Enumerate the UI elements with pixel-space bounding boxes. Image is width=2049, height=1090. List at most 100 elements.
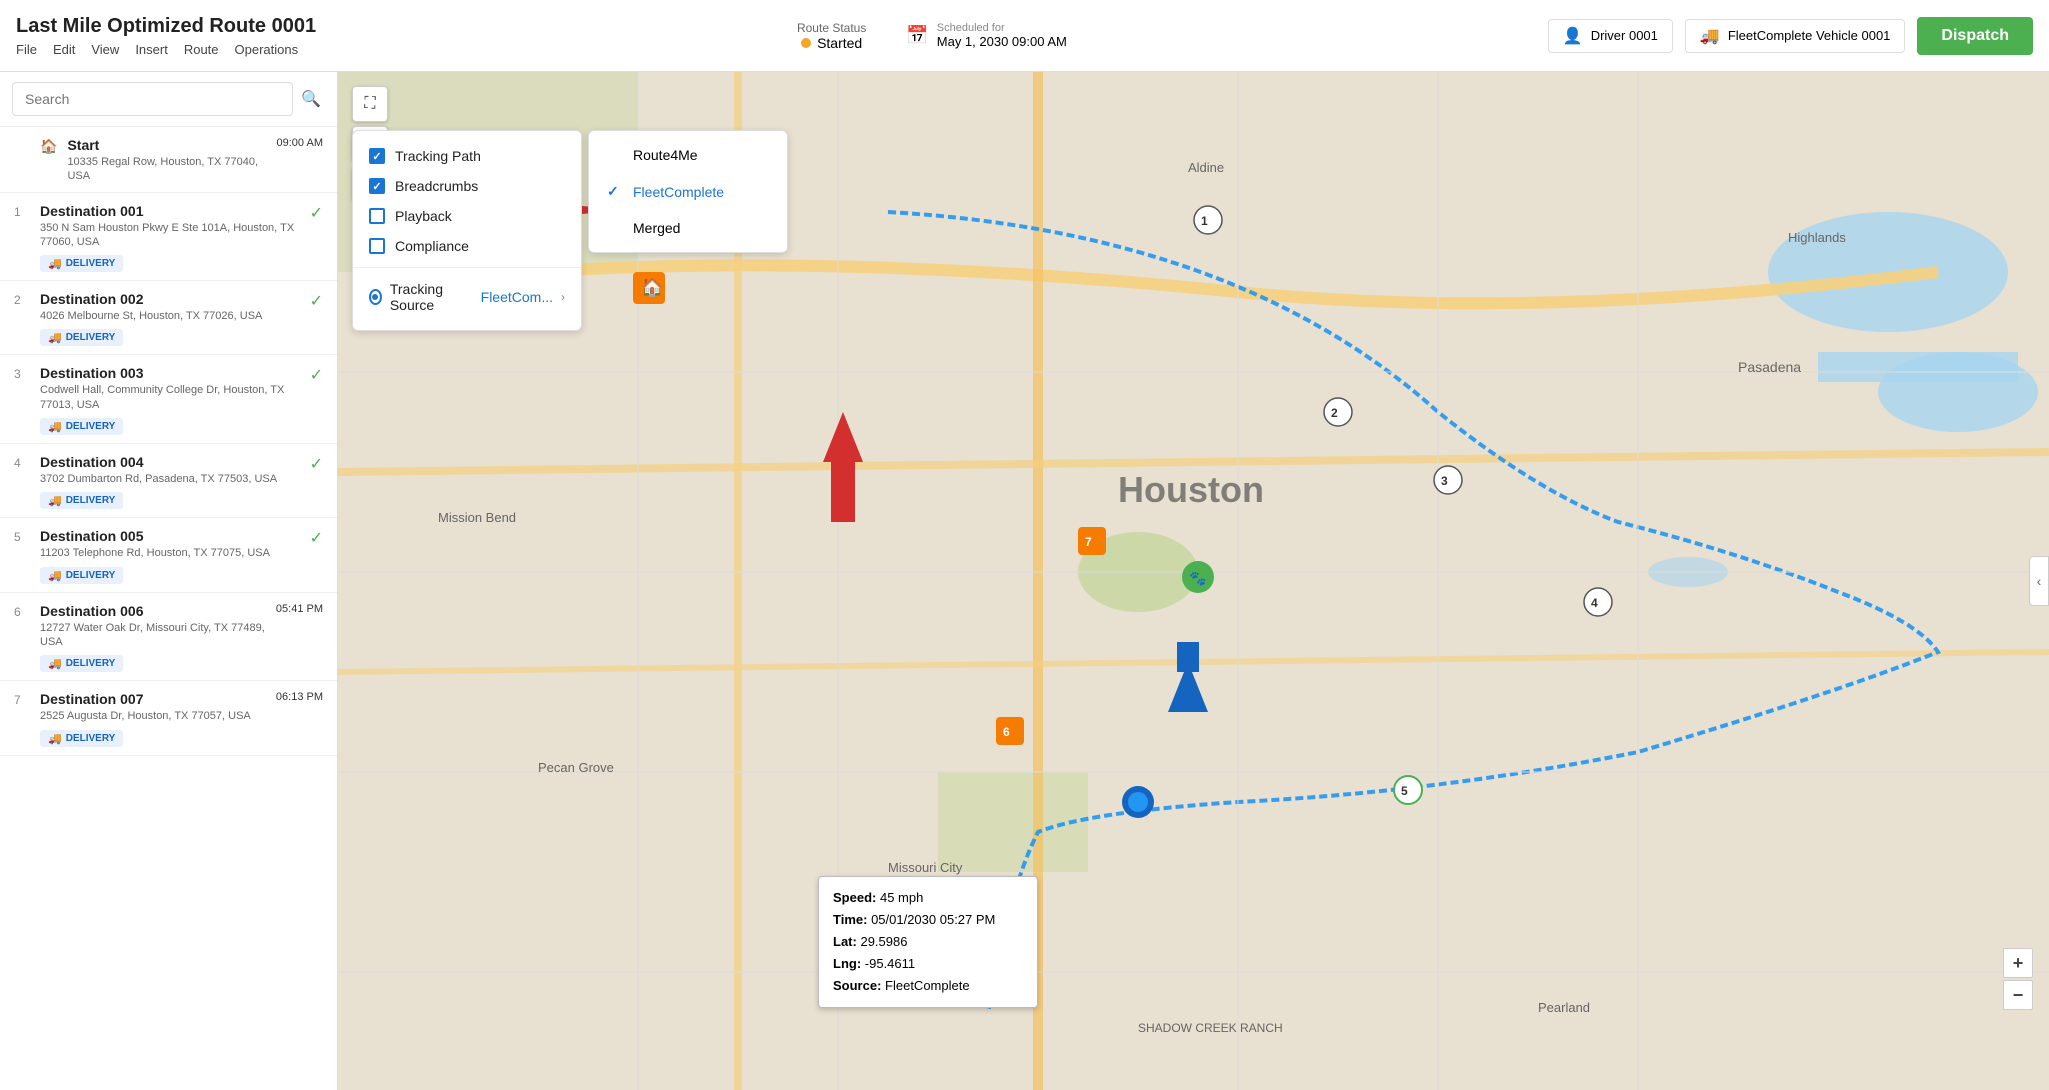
check-3: ✓	[310, 365, 323, 385]
driver-badge[interactable]: 👤 Driver 0001	[1548, 19, 1673, 53]
svg-text:3: 3	[1441, 474, 1448, 488]
map-area[interactable]: Houston Pasadena Cypress Aldine Highland…	[338, 72, 2049, 1090]
app-header: Last Mile Optimized Route 0001 File Edit…	[0, 0, 2049, 72]
source-label-fleetcomplete: FleetComplete	[633, 184, 724, 200]
truck-icon-7: 🚚	[48, 732, 62, 745]
svg-text:Pasadena: Pasadena	[1738, 359, 1801, 375]
item-num-4: 4	[14, 456, 30, 470]
tracking-dropdown: ✓ Tracking Path ✓ Breadcrumbs Playback C…	[352, 130, 582, 331]
truck-icon-1: 🚚	[48, 257, 62, 270]
check-2: ✓	[310, 291, 323, 311]
vehicle-icon: 🚚	[1700, 26, 1720, 46]
breadcrumbs-item[interactable]: ✓ Breadcrumbs	[353, 171, 581, 201]
list-item-1[interactable]: 1 Destination 001 350 N Sam Houston Pkwy…	[0, 193, 337, 282]
scheduled-for: 📅 Scheduled for May 1, 2030 09:00 AM	[906, 22, 1067, 49]
svg-text:🐾: 🐾	[1189, 570, 1206, 587]
dispatch-button[interactable]: Dispatch	[1917, 17, 2033, 55]
svg-text:SHADOW CREEK RANCH: SHADOW CREEK RANCH	[1138, 1021, 1283, 1035]
driver-label: Driver 0001	[1591, 28, 1658, 43]
header-title-section: Last Mile Optimized Route 0001 File Edit…	[16, 15, 316, 57]
fullscreen-button[interactable]: ⛶	[352, 86, 388, 122]
zoom-in-button[interactable]: +	[2003, 948, 2033, 978]
home-icon: 🏠	[40, 138, 57, 155]
menu-operations[interactable]: Operations	[235, 42, 299, 57]
search-input[interactable]	[12, 82, 293, 116]
list-item-start[interactable]: 🏠 Start 10335 Regal Row, Houston, TX 770…	[0, 127, 337, 193]
menu-view[interactable]: View	[91, 42, 119, 57]
tracking-divider	[353, 267, 581, 268]
item-addr-4: 3702 Dumbarton Rd, Pasadena, TX 77503, U…	[40, 472, 277, 486]
time-label: Time:	[833, 912, 867, 927]
collapse-sidebar-button[interactable]: ‹	[2029, 556, 2049, 606]
lng-label: Lng:	[833, 956, 861, 971]
item-addr-3: Codwell Hall, Community College Dr, Hous…	[40, 383, 310, 412]
search-button[interactable]: 🔍	[297, 85, 325, 113]
tracking-path-label: Tracking Path	[395, 148, 481, 164]
item-num-1: 1	[14, 205, 30, 219]
svg-text:Houston: Houston	[1118, 469, 1264, 510]
delivery-badge-3: 🚚 DELIVERY	[40, 418, 123, 435]
page-title: Last Mile Optimized Route 0001	[16, 15, 316, 38]
list-item-6[interactable]: 6 Destination 006 12727 Water Oak Dr, Mi…	[0, 593, 337, 682]
svg-text:Missouri City: Missouri City	[888, 860, 963, 875]
svg-text:7: 7	[1085, 535, 1092, 549]
item-time-start: 09:00 AM	[277, 137, 323, 149]
menu-edit[interactable]: Edit	[53, 42, 75, 57]
tracking-path-item[interactable]: ✓ Tracking Path	[353, 141, 581, 171]
item-num-3: 3	[14, 367, 30, 381]
delivery-badge-7: 🚚 DELIVERY	[40, 730, 123, 747]
source-label-route4me: Route4Me	[633, 147, 698, 163]
item-addr-5: 11203 Telephone Rd, Houston, TX 77075, U…	[40, 546, 270, 560]
menu-file[interactable]: File	[16, 42, 37, 57]
svg-text:Pearland: Pearland	[1538, 1000, 1590, 1015]
compliance-label: Compliance	[395, 238, 469, 254]
vehicle-badge[interactable]: 🚚 FleetComplete Vehicle 0001	[1685, 19, 1906, 53]
calendar-icon: 📅	[906, 25, 928, 46]
main-content: 🔍 🏠 Start 10335 Regal Row, Houston, TX 7…	[0, 72, 2049, 1090]
source-submenu: Route4Me ✓ FleetComplete Merged	[588, 130, 788, 253]
item-name-3: Destination 003	[40, 365, 310, 381]
route-status: Route Status Started	[797, 21, 866, 51]
breadcrumbs-label: Breadcrumbs	[395, 178, 478, 194]
header-center: Route Status Started 📅 Scheduled for May…	[316, 21, 1548, 51]
list-item-2[interactable]: 2 Destination 002 4026 Melbourne St, Hou…	[0, 281, 337, 355]
svg-text:5: 5	[1401, 784, 1408, 798]
speed-value: 45 mph	[880, 890, 923, 905]
list-item-3[interactable]: 3 Destination 003 Codwell Hall, Communit…	[0, 355, 337, 444]
status-dot	[801, 38, 811, 48]
item-name-1: Destination 001	[40, 203, 310, 219]
delivery-badge-5: 🚚 DELIVERY	[40, 567, 123, 584]
svg-text:🏠: 🏠	[641, 277, 663, 297]
list-item-4[interactable]: 4 Destination 004 3702 Dumbarton Rd, Pas…	[0, 444, 337, 518]
item-name-5: Destination 005	[40, 528, 270, 544]
item-num-5: 5	[14, 530, 30, 544]
source-item-route4me[interactable]: Route4Me	[589, 137, 787, 173]
svg-text:Mission Bend: Mission Bend	[438, 510, 516, 525]
zoom-controls: + −	[2003, 948, 2033, 1010]
item-time-7: 06:13 PM	[276, 691, 323, 703]
list-item-5[interactable]: 5 Destination 005 11203 Telephone Rd, Ho…	[0, 518, 337, 592]
scheduled-value: May 1, 2030 09:00 AM	[937, 34, 1067, 49]
zoom-out-button[interactable]: −	[2003, 980, 2033, 1010]
info-popup: Speed: 45 mph Time: 05/01/2030 05:27 PM …	[818, 876, 1038, 1008]
source-label-merged: Merged	[633, 220, 680, 236]
playback-label: Playback	[395, 208, 452, 224]
menu-route[interactable]: Route	[184, 42, 219, 57]
svg-text:4: 4	[1591, 596, 1598, 610]
lat-label: Lat:	[833, 934, 857, 949]
menu-bar: File Edit View Insert Route Operations	[16, 42, 316, 57]
menu-insert[interactable]: Insert	[135, 42, 168, 57]
compliance-item[interactable]: Compliance	[353, 231, 581, 261]
source-item-fleetcomplete[interactable]: ✓ FleetComplete	[589, 173, 787, 210]
check-5: ✓	[310, 528, 323, 548]
item-name-6: Destination 006	[40, 603, 270, 619]
tracking-path-checkbox[interactable]: ✓	[369, 148, 385, 164]
source-item-merged[interactable]: Merged	[589, 210, 787, 246]
playback-checkbox[interactable]	[369, 208, 385, 224]
compliance-checkbox[interactable]	[369, 238, 385, 254]
list-item-7[interactable]: 7 Destination 007 2525 Augusta Dr, Houst…	[0, 681, 337, 755]
breadcrumbs-checkbox[interactable]: ✓	[369, 178, 385, 194]
playback-item[interactable]: Playback	[353, 201, 581, 231]
tracking-source-row[interactable]: Tracking Source FleetCom... ›	[353, 274, 581, 320]
item-num-7: 7	[14, 693, 30, 707]
